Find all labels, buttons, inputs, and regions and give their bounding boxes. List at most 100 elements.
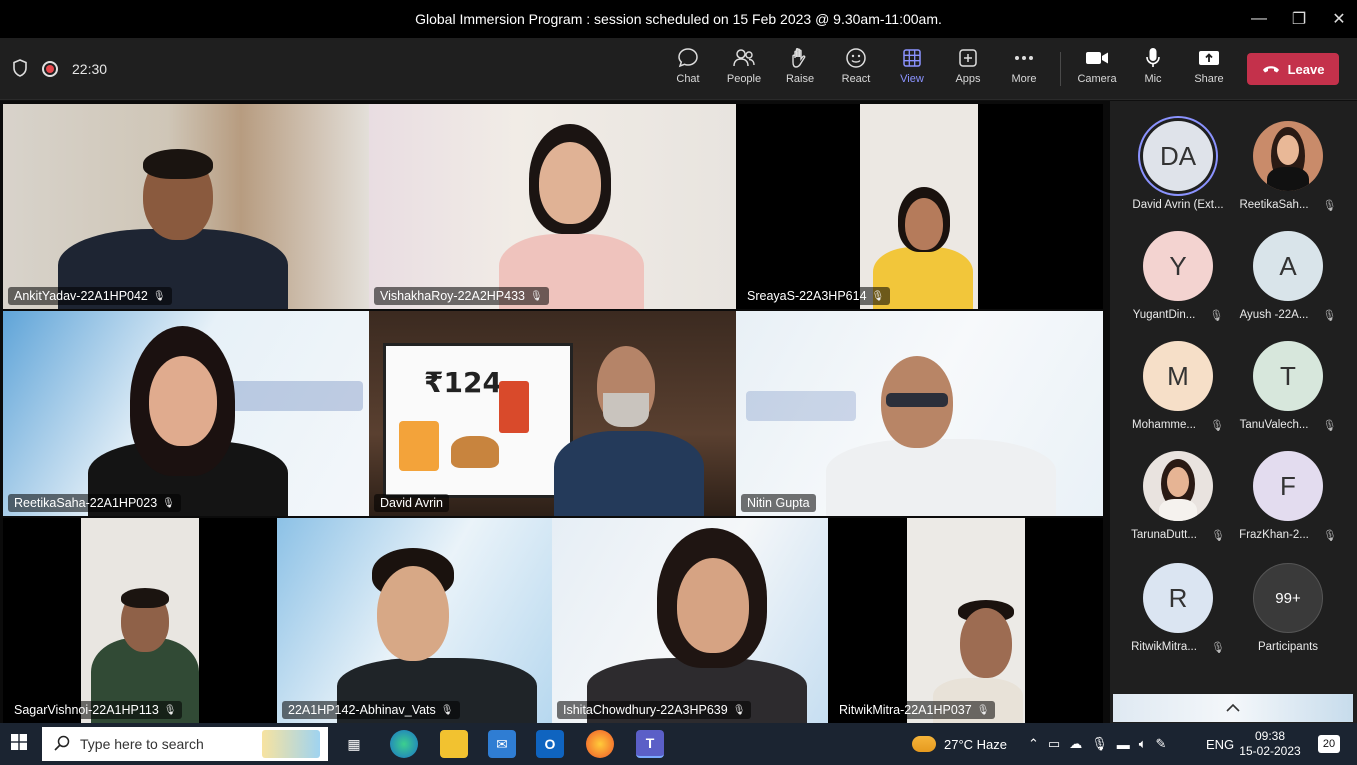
more-icon: [1014, 46, 1034, 70]
video-tile-sreaya[interactable]: SreayaS-22A3HP614 🎙︎: [736, 104, 1103, 309]
self-view-preview[interactable]: [1113, 694, 1353, 722]
close-button[interactable]: ✕: [1316, 0, 1357, 38]
onedrive-icon: ☁: [1069, 736, 1083, 751]
react-button[interactable]: React: [828, 46, 884, 94]
grid-view-icon: [902, 46, 922, 70]
video-tile-ankit[interactable]: AnkitYadav-22A1HP042 🎙︎: [3, 104, 369, 309]
participants-sidebar: DA David Avrin (Ext... ReetikaSah... 🎙︎ Y…: [1110, 101, 1357, 723]
video-tile-reetika[interactable]: ReetikaSaha-22A1HP023 🎙︎: [3, 311, 369, 516]
weather-widget[interactable]: 27°C Haze: [912, 723, 1007, 765]
outlook-icon[interactable]: O: [536, 730, 564, 758]
participant-avatar-ritwik[interactable]: R RitwikMitra... 🎙︎: [1123, 563, 1233, 654]
participant-avatar-david[interactable]: DA David Avrin (Ext...: [1123, 121, 1233, 211]
screen-price-text: ₹124: [424, 366, 502, 399]
more-participants-button[interactable]: 99+ Participants: [1233, 563, 1343, 653]
participant-name-label: SagarVishnoi-22A1HP113 🎙︎: [8, 701, 183, 719]
more-button[interactable]: More: [996, 46, 1052, 94]
mic-muted-icon: 🎙︎: [1209, 420, 1224, 432]
taskbar-search-box[interactable]: Type here to search: [42, 727, 328, 761]
system-tray-icons[interactable]: ⌃ ▭ ☁ 🎙︎ ▬ 🔈︎ ✎: [1028, 723, 1166, 765]
participant-avatar-mohammed[interactable]: M Mohamme... 🎙︎: [1123, 341, 1233, 432]
avatar: Y: [1143, 231, 1213, 301]
file-explorer-icon[interactable]: [440, 730, 468, 758]
participant-name-label: 22A1HP142-Abhinav_Vats 🎙︎: [282, 701, 460, 719]
video-tile-nitin-gupta[interactable]: Nitin Gupta: [736, 311, 1103, 516]
mic-muted-icon: 🎙︎: [1210, 642, 1225, 654]
taskbar-clock[interactable]: 09:38 15-02-2023: [1238, 723, 1302, 765]
battery-icon: ▬: [1116, 736, 1130, 752]
avatar: DA: [1143, 121, 1213, 191]
video-tile-ritwik[interactable]: RitwikMitra-22A1HP037 🎙︎: [828, 518, 1103, 723]
apps-button[interactable]: Apps: [940, 46, 996, 94]
share-button[interactable]: Share: [1181, 46, 1237, 94]
raise-hand-button[interactable]: Raise: [772, 46, 828, 94]
avatar: F: [1253, 451, 1323, 521]
teams-icon[interactable]: T: [636, 730, 664, 758]
participant-avatar-fraz[interactable]: F FrazKhan-2... 🎙︎: [1233, 451, 1343, 542]
mic-muted-icon: 🎙︎: [732, 704, 746, 716]
mail-icon[interactable]: ✉: [488, 730, 516, 758]
meeting-toolbar: 22:30 Chat People Raise React View Apps …: [0, 38, 1357, 100]
mic-muted-icon: 🎙︎: [1210, 530, 1225, 542]
video-tile-vishakha[interactable]: VishakhaRoy-22A2HP433 🎙︎: [369, 104, 736, 309]
participant-name-label: SreayaS-22A3HP614 🎙︎: [741, 287, 891, 305]
people-button[interactable]: People: [716, 46, 772, 94]
participant-name-label: VishakhaRoy-22A2HP433 🎙︎: [374, 287, 549, 305]
window-title: Global Immersion Program : session sched…: [415, 11, 942, 27]
video-tile-ishita[interactable]: IshitaChowdhury-22A3HP639 🎙︎: [552, 518, 828, 723]
task-view-icon[interactable]: ▦: [340, 730, 368, 758]
firefox-icon[interactable]: [586, 730, 614, 758]
participant-avatar-yugant[interactable]: Y YugantDin... 🎙︎: [1123, 231, 1233, 322]
input-language[interactable]: ENG: [1206, 723, 1234, 765]
mic-muted-icon: 🎙︎: [1322, 310, 1337, 322]
video-grid: AnkitYadav-22A1HP042 🎙︎ VishakhaRoy-22A2H…: [0, 101, 1110, 723]
chevron-up-icon: ⌃: [1028, 736, 1039, 751]
window-title-bar: Global Immersion Program : session sched…: [0, 0, 1357, 38]
shield-icon: [12, 58, 28, 80]
participant-avatar-ayush[interactable]: A Ayush -22A... 🎙︎: [1233, 231, 1343, 322]
haze-weather-icon: [912, 736, 936, 752]
camera-button[interactable]: Camera: [1069, 46, 1125, 94]
participant-name-label: ReetikaSaha-22A1HP023 🎙︎: [8, 494, 181, 512]
participant-name-label: AnkitYadav-22A1HP042 🎙︎: [8, 287, 172, 305]
video-tile-david-avrin[interactable]: ₹124 David Avrin: [369, 311, 736, 516]
apps-icon: [958, 46, 978, 70]
mic-muted-icon: 🎙︎: [152, 290, 166, 302]
video-tile-sagar[interactable]: SagarVishnoi-22A1HP113 🎙︎: [3, 518, 277, 723]
participant-avatar-reetika[interactable]: ReetikaSah... 🎙︎: [1233, 121, 1343, 212]
video-tile-abhinav[interactable]: 22A1HP142-Abhinav_Vats 🎙︎: [277, 518, 552, 723]
pen-icon: ✎: [1155, 736, 1167, 751]
participant-avatar-tanu[interactable]: T TanuValech... 🎙︎: [1233, 341, 1343, 432]
participant-avatar-taruna[interactable]: TarunaDutt... 🎙︎: [1123, 451, 1233, 542]
avatar: [1143, 451, 1213, 521]
edge-browser-icon[interactable]: [390, 730, 418, 758]
mic-muted-icon: 🎙︎: [440, 704, 454, 716]
network-icon: ▭: [1047, 736, 1061, 751]
chat-button[interactable]: Chat: [660, 46, 716, 94]
view-button[interactable]: View: [884, 46, 940, 94]
notification-center[interactable]: 20: [1318, 723, 1340, 765]
windows-logo-icon: [11, 733, 27, 755]
microphone-tray-icon: 🎙︎: [1091, 736, 1108, 751]
participant-count-badge: 99+: [1253, 563, 1323, 633]
start-button[interactable]: [0, 723, 38, 765]
mic-muted-icon: 🎙︎: [1322, 530, 1337, 542]
people-icon: [732, 46, 756, 70]
mic-muted-icon: 🎙︎: [871, 290, 885, 302]
chevron-up-icon: [1225, 700, 1241, 718]
chat-icon: [677, 46, 699, 70]
volume-icon: 🔈︎: [1138, 736, 1147, 751]
search-highlight-icon: [262, 730, 320, 758]
toolbar-divider: [1060, 52, 1061, 86]
leave-button[interactable]: Leave: [1247, 53, 1339, 85]
mic-muted-icon: 🎙︎: [1322, 420, 1337, 432]
participant-name-label: Nitin Gupta: [741, 494, 816, 512]
avatar: R: [1143, 563, 1213, 633]
mic-muted-icon: 🎙︎: [162, 497, 175, 509]
share-icon: [1198, 46, 1220, 70]
avatar: T: [1253, 341, 1323, 411]
react-icon: [845, 46, 867, 70]
mic-muted-icon: 🎙︎: [1209, 310, 1224, 322]
mic-button[interactable]: Mic: [1125, 46, 1181, 94]
participant-name-label: IshitaChowdhury-22A3HP639 🎙︎: [557, 701, 752, 719]
